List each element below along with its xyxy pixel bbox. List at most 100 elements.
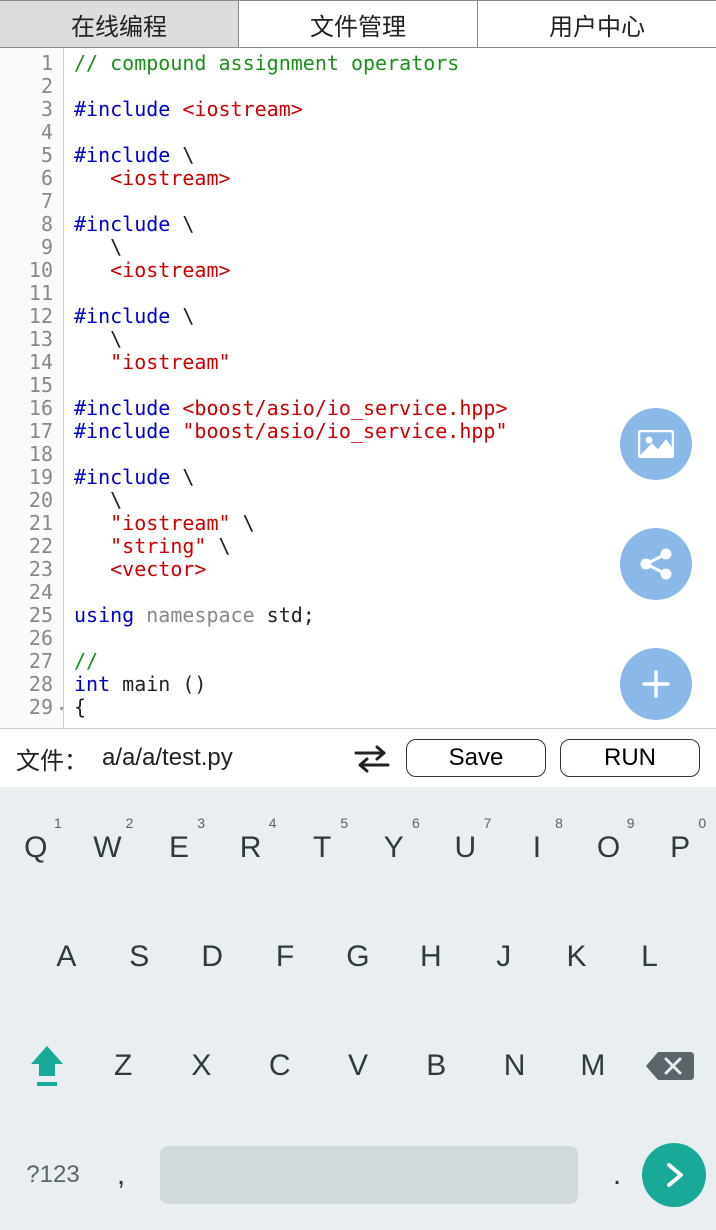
period-key[interactable]: . (592, 1158, 642, 1192)
shift-icon (27, 1042, 67, 1090)
code-line[interactable]: \ (74, 328, 716, 351)
code-area[interactable]: // compound assignment operators #include… (64, 48, 716, 728)
key-e[interactable]: E3 (149, 831, 209, 865)
backspace-icon (644, 1048, 694, 1084)
code-line[interactable] (74, 75, 716, 98)
key-b[interactable]: B (406, 1049, 466, 1083)
line-number: 26 (0, 627, 63, 650)
line-number: 9 (0, 236, 63, 259)
line-number: 23 (0, 558, 63, 581)
key-n[interactable]: N (485, 1049, 545, 1083)
comma-key[interactable]: , (96, 1158, 146, 1192)
key-k[interactable]: K (547, 940, 607, 974)
code-line[interactable]: <iostream> (74, 259, 716, 282)
fab-image[interactable] (620, 408, 692, 480)
code-editor[interactable]: 1234567891011121314151617181920212223242… (0, 48, 716, 729)
line-number: 10 (0, 259, 63, 282)
swap-icon (352, 743, 392, 773)
line-number: 8 (0, 213, 63, 236)
file-label: 文件： (16, 741, 88, 776)
file-path: a/a/a/test.py (102, 744, 233, 772)
key-c[interactable]: C (250, 1049, 310, 1083)
line-number: 15 (0, 374, 63, 397)
code-line[interactable] (74, 282, 716, 305)
symbols-key[interactable]: ?123 (10, 1161, 96, 1189)
key-r[interactable]: R4 (221, 831, 281, 865)
virtual-keyboard: Q1 W2 E3 R4 T5 Y6 U7 I8 O9 P0 ASDFGHJKL ZXCVBNM ?… (0, 787, 716, 1230)
key-j[interactable]: J (474, 940, 534, 974)
code-line[interactable]: #include \ (74, 144, 716, 167)
floating-actions (620, 408, 692, 720)
line-number: 7 (0, 190, 63, 213)
key-f[interactable]: F (255, 940, 315, 974)
key-v[interactable]: V (328, 1049, 388, 1083)
line-number: 29 (0, 696, 63, 719)
image-icon (638, 430, 674, 458)
key-t[interactable]: T5 (292, 831, 352, 865)
file-bar: 文件： a/a/a/test.py Save RUN (0, 729, 716, 787)
line-number: 3 (0, 98, 63, 121)
key-s[interactable]: S (109, 940, 169, 974)
line-number: 18 (0, 443, 63, 466)
code-line[interactable]: \ (74, 236, 716, 259)
code-line[interactable]: "iostream" (74, 351, 716, 374)
code-line[interactable]: #include \ (74, 305, 716, 328)
key-h[interactable]: H (401, 940, 461, 974)
save-button[interactable]: Save (406, 739, 546, 777)
keyboard-row-4: ?123 , . (0, 1121, 716, 1230)
line-number: 13 (0, 328, 63, 351)
code-line[interactable]: #include \ (74, 213, 716, 236)
code-line[interactable]: #include <iostream> (74, 98, 716, 121)
line-number: 1 (0, 52, 63, 75)
line-number: 4 (0, 121, 63, 144)
keyboard-row-1: Q1 W2 E3 R4 T5 Y6 U7 I8 O9 P0 (0, 793, 716, 902)
key-p[interactable]: P0 (650, 831, 710, 865)
line-number: 27 (0, 650, 63, 673)
backspace-key[interactable] (632, 1035, 706, 1097)
key-m[interactable]: M (563, 1049, 623, 1083)
key-a[interactable]: A (36, 940, 96, 974)
run-button[interactable]: RUN (560, 739, 700, 777)
share-icon (638, 546, 674, 582)
code-line[interactable] (74, 190, 716, 213)
line-number: 24 (0, 581, 63, 604)
key-i[interactable]: I8 (507, 831, 567, 865)
line-number: 22 (0, 535, 63, 558)
line-number: 11 (0, 282, 63, 305)
shift-key[interactable] (10, 1035, 84, 1097)
keyboard-row-2: ASDFGHJKL (0, 902, 716, 1011)
line-number: 5 (0, 144, 63, 167)
fab-share[interactable] (620, 528, 692, 600)
key-x[interactable]: X (171, 1049, 231, 1083)
code-line[interactable] (74, 121, 716, 144)
line-number: 12 (0, 305, 63, 328)
key-y[interactable]: Y6 (364, 831, 424, 865)
code-line[interactable] (74, 374, 716, 397)
code-line[interactable]: <iostream> (74, 167, 716, 190)
line-number: 28 (0, 673, 63, 696)
code-line[interactable]: // compound assignment operators (74, 52, 716, 75)
key-l[interactable]: L (619, 940, 679, 974)
line-number: 14 (0, 351, 63, 374)
key-z[interactable]: Z (93, 1049, 153, 1083)
key-o[interactable]: O9 (579, 831, 639, 865)
key-w[interactable]: W2 (77, 831, 137, 865)
line-number: 21 (0, 512, 63, 535)
key-g[interactable]: G (328, 940, 388, 974)
tab-online-coding[interactable]: 在线编程 (0, 0, 239, 47)
enter-key[interactable] (642, 1143, 706, 1207)
tab-file-manager[interactable]: 文件管理 (239, 0, 478, 47)
fab-add[interactable] (620, 648, 692, 720)
chevron-right-icon (663, 1161, 685, 1189)
line-number: 19 (0, 466, 63, 489)
tab-user-center[interactable]: 用户中心 (478, 0, 716, 47)
space-key[interactable] (160, 1146, 578, 1204)
line-number: 20 (0, 489, 63, 512)
key-d[interactable]: D (182, 940, 242, 974)
key-q[interactable]: Q1 (6, 831, 66, 865)
line-number: 17 (0, 420, 63, 443)
line-number: 6 (0, 167, 63, 190)
swap-button[interactable] (352, 743, 392, 773)
line-number: 25 (0, 604, 63, 627)
key-u[interactable]: U7 (435, 831, 495, 865)
